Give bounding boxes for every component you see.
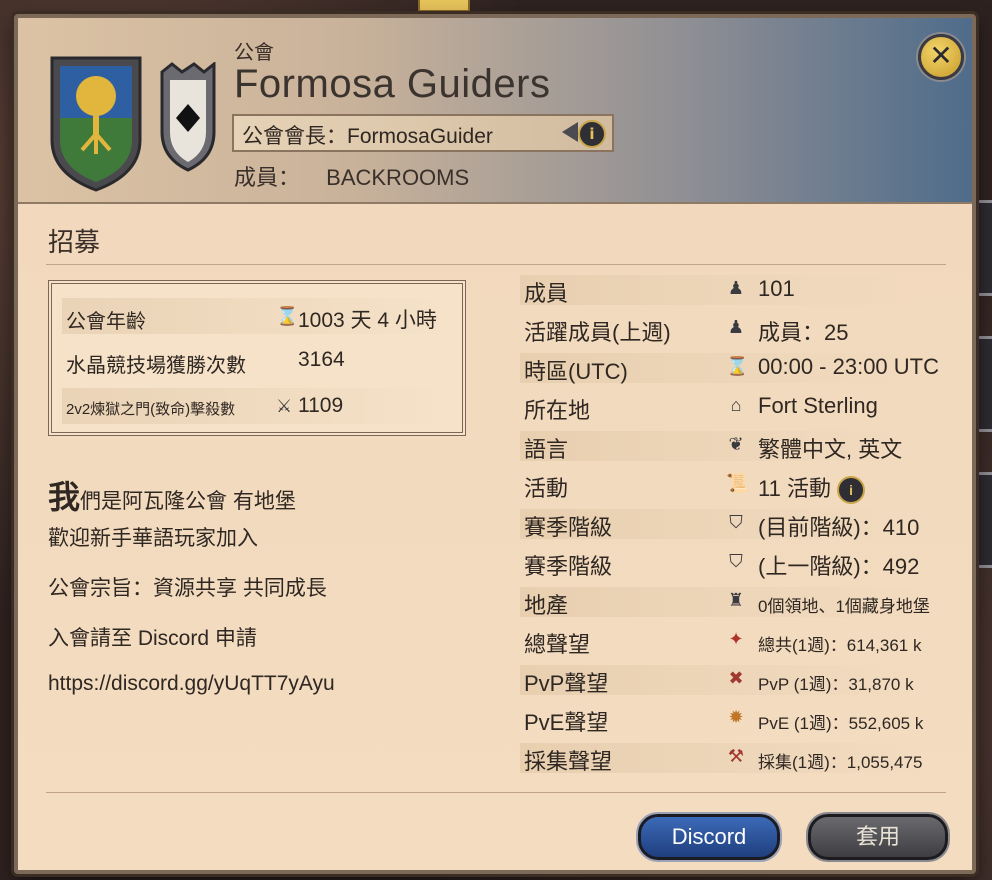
- guild-label: 公會: [234, 40, 274, 64]
- member-icon: ♟: [727, 278, 745, 298]
- hourglass-icon: ⌛: [276, 306, 299, 326]
- info-value: Fort Sterling: [758, 393, 878, 418]
- stat-label: 公會年齡: [66, 311, 146, 333]
- pvp-fame-icon: ✖: [728, 668, 744, 688]
- guild-crest-icon: [50, 56, 142, 192]
- info-value: (目前階級)：410: [758, 515, 920, 540]
- info-value: 總共(1週)：614,361 k: [758, 636, 922, 655]
- scroll-icon: 📜: [726, 473, 749, 493]
- info-value: PvP (1週)：31,870 k: [758, 675, 914, 694]
- alliance-line: 成員： BACKROOMS: [234, 160, 489, 192]
- discord-button[interactable]: Discord: [638, 814, 780, 860]
- guild-header: 公會 Formosa Guiders 公會會長：FormosaGuider i …: [18, 18, 972, 204]
- description-line: 歡迎新手華語玩家加入: [48, 527, 258, 550]
- stat-row: 2v2煉獄之門(致命)擊殺數 ⚔ 1109: [62, 388, 452, 424]
- description-line: 公會宗旨：資源共享 共同成長: [48, 577, 327, 600]
- info-label: 活動: [524, 476, 569, 501]
- info-value: PvE (1週)：552,605 k: [758, 714, 924, 733]
- alliance-shield-icon: [160, 62, 216, 172]
- info-label: PvP聲望: [524, 671, 609, 696]
- stat-value: 1109: [298, 394, 344, 417]
- description-line: 入會請至 Discord 申請: [48, 627, 257, 650]
- crest-icon: ⛉: [729, 512, 743, 532]
- stat-label: 2v2煉獄之門(致命)擊殺數: [66, 401, 236, 418]
- guild-description: 我們是阿瓦隆公會 有地堡 歡迎新手華語玩家加入 公會宗旨：資源共享 共同成長 入…: [48, 472, 468, 722]
- info-row: 活動 📜 11 活動 i: [520, 467, 960, 506]
- active-member-icon: ♟: [727, 317, 745, 337]
- stat-value: 1003 天 4 小時: [298, 309, 437, 332]
- info-label: 賽季階級: [524, 515, 613, 540]
- info-value: (上一階級)：492: [758, 554, 920, 579]
- description-line: 我們是阿瓦隆公會 有地堡: [48, 472, 468, 515]
- info-row: 採集聲望 ⚒ 採集(1週)：1,055,475: [520, 740, 960, 779]
- pve-fame-icon: ✹: [728, 707, 744, 727]
- info-value: 0個領地、1個藏身地堡: [758, 597, 930, 616]
- info-label: 所在地: [524, 398, 591, 423]
- guild-body: 招募 公會年齡 ⌛ 1003 天 4 小時 水晶競技場獲勝次數 3164 2v2…: [18, 204, 972, 870]
- info-value-wrap: 11 活動 i: [758, 471, 866, 505]
- info-icon[interactable]: i: [578, 120, 606, 148]
- total-fame-icon: ✦: [728, 629, 744, 649]
- info-row: 語言 ❦ 繁體中文, 英文: [520, 428, 960, 467]
- description-first-char: 我: [48, 479, 81, 515]
- language-icon: ❦: [728, 434, 744, 454]
- info-label: 賽季階級: [524, 554, 613, 579]
- crest-icon: ⛉: [729, 551, 743, 571]
- recruit-title: 招募: [48, 228, 101, 258]
- guild-name: Formosa Guiders: [234, 62, 551, 106]
- guild-info-list: 成員 ♟ 101 活躍成員(上週) ♟ 成員：25 時區(UTC) ⌛ 00:0…: [520, 272, 960, 779]
- info-label: 時區(UTC): [524, 359, 628, 384]
- info-label: 地產: [524, 593, 569, 618]
- info-row: 賽季階級 ⛉ (目前階級)：410: [520, 506, 960, 545]
- info-row: 成員 ♟ 101: [520, 272, 960, 311]
- info-value: 101: [758, 276, 795, 301]
- info-row: 活躍成員(上週) ♟ 成員：25: [520, 311, 960, 350]
- info-value: 成員：25: [758, 320, 849, 345]
- guild-leader-text: 公會會長：FormosaGuider: [242, 125, 493, 148]
- info-value: 00:00 - 23:00 UTC: [758, 354, 939, 379]
- info-label: 成員: [524, 281, 569, 306]
- info-label: PvE聲望: [524, 710, 609, 735]
- home-icon: ⌂: [730, 395, 742, 415]
- guild-stats-box: 公會年齡 ⌛ 1003 天 4 小時 水晶競技場獲勝次數 3164 2v2煉獄之…: [48, 280, 466, 436]
- info-row: 所在地 ⌂ Fort Sterling: [520, 389, 960, 428]
- description-link[interactable]: https://discord.gg/yUqTT7yAyu: [48, 672, 468, 696]
- stat-row: 公會年齡 ⌛ 1003 天 4 小時: [62, 298, 452, 334]
- members-label: 成員：: [234, 165, 301, 190]
- swords-icon: ⚔: [276, 396, 293, 416]
- close-button[interactable]: ✕: [918, 34, 964, 80]
- info-label: 語言: [524, 437, 569, 462]
- arrow-left-icon: [562, 122, 578, 142]
- info-label: 採集聲望: [524, 749, 613, 774]
- info-row: 賽季階級 ⛉ (上一階級)：492: [520, 545, 960, 584]
- stat-row: 水晶競技場獲勝次數 3164: [62, 342, 452, 378]
- info-icon[interactable]: i: [837, 476, 866, 505]
- castle-icon: ♜: [727, 590, 745, 610]
- info-label: 活躍成員(上週): [524, 320, 671, 345]
- guild-leader-bar: 公會會長：FormosaGuider i: [232, 114, 614, 152]
- info-label: 總聲望: [524, 632, 591, 657]
- info-value: 採集(1週)：1,055,475: [758, 753, 923, 772]
- stat-value: 3164: [298, 348, 345, 371]
- divider: [46, 792, 946, 793]
- gathering-fame-icon: ⚒: [727, 746, 745, 766]
- info-row: 總聲望 ✦ 總共(1週)：614,361 k: [520, 623, 960, 662]
- divider: [46, 264, 946, 265]
- info-row: 地產 ♜ 0個領地、1個藏身地堡: [520, 584, 960, 623]
- guild-info-panel: 公會 Formosa Guiders 公會會長：FormosaGuider i …: [14, 14, 976, 874]
- alliance-name: BACKROOMS: [326, 165, 470, 190]
- apply-button[interactable]: 套用: [808, 814, 948, 860]
- stat-label: 水晶競技場獲勝次數: [66, 355, 246, 377]
- description-line-rest: 們是阿瓦隆公會 有地堡: [80, 490, 296, 513]
- info-row: 時區(UTC) ⌛ 00:00 - 23:00 UTC: [520, 350, 960, 389]
- info-value: 繁體中文, 英文: [758, 437, 903, 462]
- info-value: 11 活動: [758, 476, 831, 501]
- info-row: PvP聲望 ✖ PvP (1週)：31,870 k: [520, 662, 960, 701]
- hourglass-icon: ⌛: [726, 356, 749, 376]
- top-tab: [418, 0, 470, 12]
- info-row: PvE聲望 ✹ PvE (1週)：552,605 k: [520, 701, 960, 740]
